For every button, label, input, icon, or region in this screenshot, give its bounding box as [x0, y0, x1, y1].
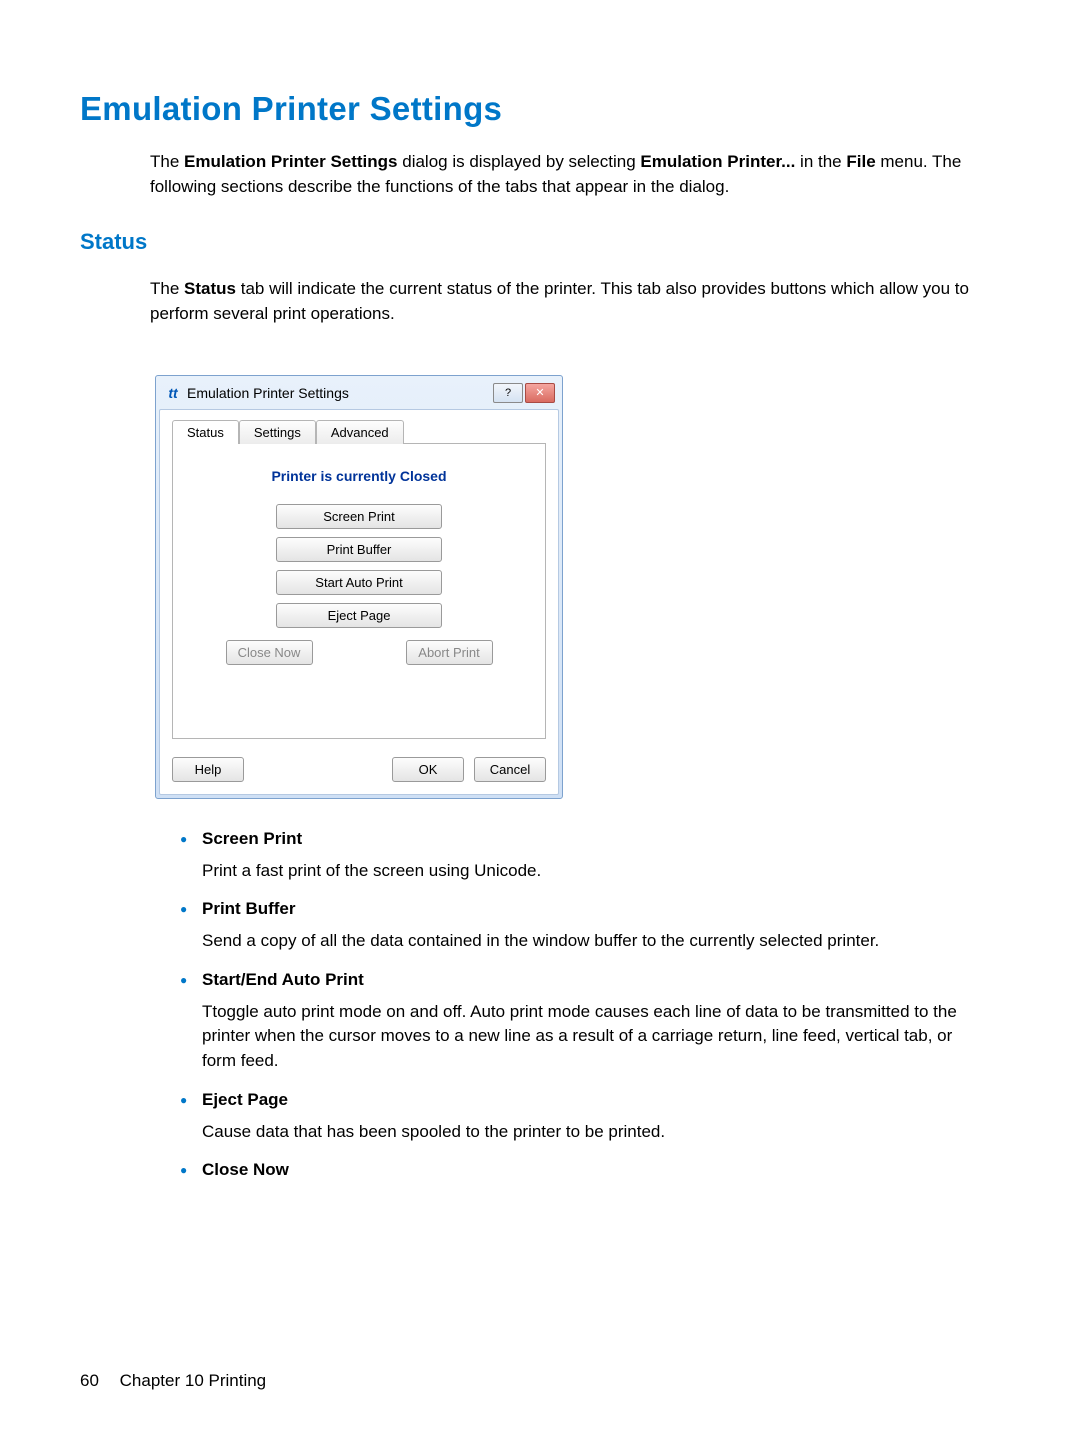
print-buffer-button[interactable]: Print Buffer	[276, 537, 442, 562]
list-item: Screen Print Print a fast print of the s…	[180, 829, 980, 884]
feature-title: Start/End Auto Print	[202, 970, 980, 990]
close-now-button[interactable]: Close Now	[226, 640, 313, 665]
close-icon[interactable]: ✕	[525, 383, 555, 403]
ok-button[interactable]: OK	[392, 757, 464, 782]
feature-list-block: Screen Print Print a fast print of the s…	[150, 829, 980, 1181]
feature-title: Screen Print	[202, 829, 980, 849]
feature-desc: Send a copy of all the data contained in…	[202, 929, 980, 954]
feature-list: Screen Print Print a fast print of the s…	[180, 829, 980, 1181]
tab-row: Status Settings Advanced	[172, 420, 546, 444]
tab-panel-status: Printer is currently Closed Screen Print…	[172, 443, 546, 739]
text: dialog is displayed by selecting	[398, 152, 641, 171]
page-number: 60	[80, 1371, 99, 1390]
feature-title: Close Now	[202, 1160, 980, 1180]
intro-paragraph: The Emulation Printer Settings dialog is…	[150, 150, 980, 199]
tab-settings[interactable]: Settings	[239, 420, 316, 444]
section-heading-status: Status	[80, 229, 1000, 255]
dialog-titlebar: tt Emulation Printer Settings ? ✕	[159, 379, 559, 409]
tab-advanced[interactable]: Advanced	[316, 420, 404, 444]
bold-text: Emulation Printer Settings	[184, 152, 397, 171]
page-title: Emulation Printer Settings	[80, 90, 1000, 128]
list-item: Start/End Auto Print Ttoggle auto print …	[180, 970, 980, 1074]
text: The	[150, 152, 184, 171]
dialog-bottom-row: Help OK Cancel	[172, 757, 546, 782]
document-page: Emulation Printer Settings The Emulation…	[0, 0, 1080, 1437]
eject-page-button[interactable]: Eject Page	[276, 603, 442, 628]
feature-title: Print Buffer	[202, 899, 980, 919]
dialog-body: Status Settings Advanced Printer is curr…	[159, 409, 559, 795]
list-item: Eject Page Cause data that has been spoo…	[180, 1090, 980, 1145]
feature-desc: Cause data that has been spooled to the …	[202, 1120, 980, 1145]
help-icon[interactable]: ?	[493, 383, 523, 403]
feature-desc: Print a fast print of the screen using U…	[202, 859, 980, 884]
text: tab will indicate the current status of …	[150, 279, 969, 323]
abort-print-button[interactable]: Abort Print	[406, 640, 493, 665]
text: The	[150, 279, 184, 298]
dialog-window: tt Emulation Printer Settings ? ✕ Status…	[155, 375, 563, 799]
dialog-title: Emulation Printer Settings	[187, 385, 491, 401]
help-button[interactable]: Help	[172, 757, 244, 782]
printer-status-message: Printer is currently Closed	[183, 468, 535, 484]
app-icon: tt	[165, 385, 181, 401]
bold-text: Emulation Printer...	[640, 152, 795, 171]
status-intro-block: The Status tab will indicate the current…	[150, 277, 980, 326]
cancel-button[interactable]: Cancel	[474, 757, 546, 782]
text: in the	[795, 152, 846, 171]
tab-status[interactable]: Status	[172, 420, 239, 444]
start-auto-print-button[interactable]: Start Auto Print	[276, 570, 442, 595]
chapter-label: Chapter 10 Printing	[120, 1371, 266, 1390]
list-item: Print Buffer Send a copy of all the data…	[180, 899, 980, 954]
bold-text: File	[846, 152, 875, 171]
status-paragraph: The Status tab will indicate the current…	[150, 277, 980, 326]
screen-print-button[interactable]: Screen Print	[276, 504, 442, 529]
feature-desc: Ttoggle auto print mode on and off. Auto…	[202, 1000, 980, 1074]
list-item: Close Now	[180, 1160, 980, 1180]
feature-title: Eject Page	[202, 1090, 980, 1110]
page-footer: 60 Chapter 10 Printing	[80, 1371, 266, 1391]
intro-block: The Emulation Printer Settings dialog is…	[150, 150, 980, 199]
dialog-screenshot: tt Emulation Printer Settings ? ✕ Status…	[155, 375, 563, 799]
bold-text: Status	[184, 279, 236, 298]
